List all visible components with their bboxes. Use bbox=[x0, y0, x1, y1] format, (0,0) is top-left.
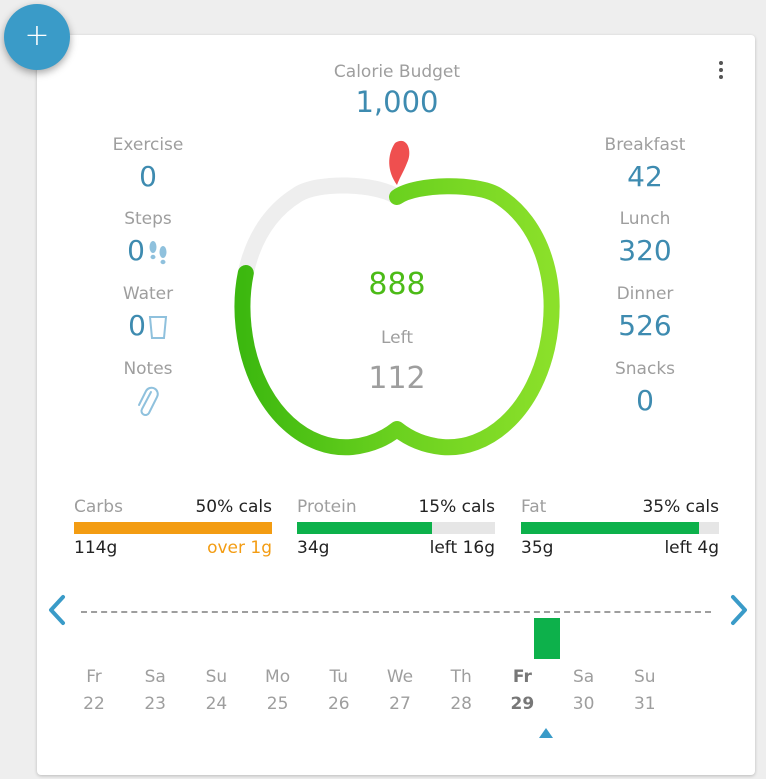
apple-progress-ring bbox=[234, 140, 560, 456]
day-item[interactable]: Fr 29 bbox=[497, 667, 547, 714]
macro-bar bbox=[521, 522, 719, 534]
left-label: Left bbox=[381, 328, 413, 348]
paperclip-icon bbox=[138, 386, 159, 416]
breakfast-stat[interactable]: Breakfast 42 bbox=[560, 135, 730, 197]
macro-percent: 35% cals bbox=[642, 497, 719, 517]
day-name: Fr bbox=[512, 667, 532, 687]
water-label: Water bbox=[122, 284, 174, 304]
macro-status: left 16g bbox=[429, 538, 495, 558]
day-date: 24 bbox=[205, 694, 228, 714]
budget-value[interactable]: 1,000 bbox=[297, 85, 497, 119]
footsteps-icon bbox=[149, 241, 167, 265]
macro-status: left 4g bbox=[664, 538, 719, 558]
left-value: 112 bbox=[368, 361, 426, 396]
day-date: 25 bbox=[266, 694, 289, 714]
day-date: 23 bbox=[144, 694, 166, 714]
plus-icon: + bbox=[24, 18, 50, 53]
more-options-icon[interactable] bbox=[715, 61, 727, 83]
budget-label: Calorie Budget bbox=[333, 62, 461, 82]
water-value: 0 bbox=[128, 309, 146, 342]
macro-name: Fat bbox=[521, 497, 547, 517]
day-item[interactable]: Su 24 bbox=[191, 667, 241, 714]
macro-bar-fill bbox=[521, 522, 700, 534]
exercise-value: 0 bbox=[139, 160, 157, 193]
lunch-value: 320 bbox=[618, 234, 672, 267]
day-name: Su bbox=[634, 667, 656, 687]
day-date: 31 bbox=[633, 694, 656, 714]
day-item[interactable]: We 27 bbox=[375, 667, 425, 714]
apple-stem-icon bbox=[389, 140, 410, 185]
breakfast-label: Breakfast bbox=[604, 135, 686, 155]
day-calorie-bar[interactable] bbox=[534, 618, 560, 659]
steps-label: Steps bbox=[124, 209, 172, 229]
macro-percent: 15% cals bbox=[418, 497, 495, 517]
day-item[interactable]: Fr 22 bbox=[69, 667, 119, 714]
steps-row: 0 bbox=[63, 231, 233, 271]
macro-status: over 1g bbox=[207, 538, 272, 558]
day-name: Fr bbox=[86, 667, 102, 687]
macro-percent: 50% cals bbox=[195, 497, 272, 517]
macro-grams: 34g bbox=[297, 538, 330, 558]
water-row: 0 bbox=[63, 306, 233, 346]
macro-bar bbox=[74, 522, 272, 534]
day-date: 22 bbox=[83, 694, 105, 714]
day-name: Tu bbox=[329, 667, 349, 687]
macro-fat[interactable]: Fat 35% cals 35g left 4g bbox=[521, 497, 719, 558]
glass-icon bbox=[148, 316, 168, 339]
budget-line bbox=[81, 611, 711, 613]
day-item[interactable]: Tu 26 bbox=[314, 667, 364, 714]
macro-carbs[interactable]: Carbs 50% cals 114g over 1g bbox=[74, 497, 272, 558]
macro-bar-fill bbox=[74, 522, 272, 534]
day-date: 27 bbox=[389, 694, 411, 714]
lunch-stat[interactable]: Lunch 320 bbox=[560, 209, 730, 271]
macro-name: Protein bbox=[297, 497, 357, 517]
dinner-stat[interactable]: Dinner 526 bbox=[560, 284, 730, 346]
day-name: Su bbox=[205, 667, 228, 687]
day-date: 26 bbox=[327, 694, 350, 714]
calorie-card: Calorie Budget 1,000 Exercise 0 Steps 0 … bbox=[37, 35, 755, 775]
consumed-value: 888 bbox=[368, 267, 426, 302]
macro-bar bbox=[297, 522, 495, 534]
macro-protein[interactable]: Protein 15% cals 34g left 16g bbox=[297, 497, 495, 558]
exercise-stat[interactable]: Exercise 0 bbox=[63, 135, 233, 197]
notes-label: Notes bbox=[123, 359, 173, 379]
day-item[interactable]: Sa 23 bbox=[130, 667, 180, 714]
day-name: Sa bbox=[144, 667, 166, 687]
day-item[interactable]: Mo 25 bbox=[253, 667, 303, 714]
chevron-right-icon[interactable] bbox=[727, 593, 751, 627]
day-item[interactable]: Th 28 bbox=[436, 667, 486, 714]
macro-grams: 114g bbox=[74, 538, 118, 558]
snacks-stat[interactable]: Snacks 0 bbox=[560, 359, 730, 421]
day-name: Sa bbox=[572, 667, 595, 687]
snacks-value: 0 bbox=[636, 384, 654, 417]
day-name: We bbox=[386, 667, 414, 687]
dinner-value: 526 bbox=[618, 309, 672, 342]
day-item[interactable]: Su 31 bbox=[620, 667, 670, 714]
macro-bar-fill bbox=[297, 522, 432, 534]
day-name: Mo bbox=[265, 667, 291, 687]
apple-progress bbox=[234, 178, 560, 456]
day-name: Th bbox=[450, 667, 472, 687]
chevron-left-icon[interactable] bbox=[45, 593, 69, 627]
macro-grams: 35g bbox=[521, 538, 554, 558]
notes-stat[interactable]: Notes bbox=[63, 359, 233, 421]
day-date: 30 bbox=[572, 694, 595, 714]
steps-value: 0 bbox=[127, 234, 145, 267]
selected-day-marker-icon bbox=[539, 728, 553, 738]
day-item[interactable]: Sa 30 bbox=[559, 667, 609, 714]
snacks-label: Snacks bbox=[614, 359, 676, 379]
water-stat[interactable]: Water 0 bbox=[63, 284, 233, 346]
macro-name: Carbs bbox=[74, 497, 123, 517]
dinner-label: Dinner bbox=[616, 284, 674, 304]
steps-stat[interactable]: Steps 0 bbox=[63, 209, 233, 271]
apple-track bbox=[234, 177, 560, 456]
day-date: 29 bbox=[510, 694, 535, 714]
day-date: 28 bbox=[450, 694, 472, 714]
exercise-label: Exercise bbox=[112, 135, 184, 155]
lunch-label: Lunch bbox=[619, 209, 671, 229]
notes-row bbox=[63, 381, 233, 421]
breakfast-value: 42 bbox=[627, 160, 663, 193]
add-button[interactable]: + bbox=[4, 4, 70, 70]
